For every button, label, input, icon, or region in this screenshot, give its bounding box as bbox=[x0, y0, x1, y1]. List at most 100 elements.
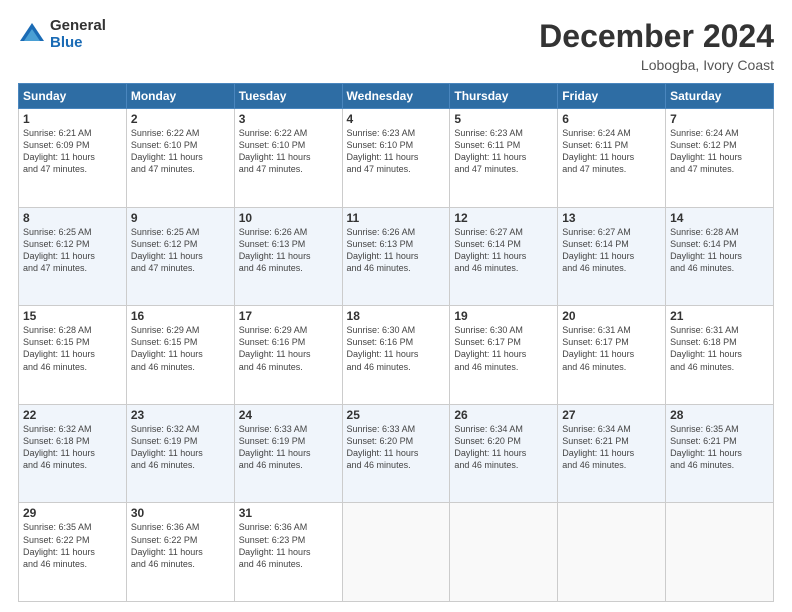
calendar-day-header: Tuesday bbox=[234, 84, 342, 109]
general-blue-icon bbox=[18, 21, 46, 49]
header: General Blue December 2024 Lobogba, Ivor… bbox=[18, 18, 774, 73]
calendar-cell: 1Sunrise: 6:21 AM Sunset: 6:09 PM Daylig… bbox=[19, 109, 127, 208]
calendar-cell: 8Sunrise: 6:25 AM Sunset: 6:12 PM Daylig… bbox=[19, 207, 127, 306]
calendar-cell: 2Sunrise: 6:22 AM Sunset: 6:10 PM Daylig… bbox=[126, 109, 234, 208]
day-number: 2 bbox=[131, 112, 230, 126]
day-info: Sunrise: 6:23 AM Sunset: 6:11 PM Dayligh… bbox=[454, 127, 553, 176]
calendar-cell: 3Sunrise: 6:22 AM Sunset: 6:10 PM Daylig… bbox=[234, 109, 342, 208]
calendar-cell: 24Sunrise: 6:33 AM Sunset: 6:19 PM Dayli… bbox=[234, 404, 342, 503]
day-info: Sunrise: 6:22 AM Sunset: 6:10 PM Dayligh… bbox=[131, 127, 230, 176]
calendar-cell: 27Sunrise: 6:34 AM Sunset: 6:21 PM Dayli… bbox=[558, 404, 666, 503]
day-number: 15 bbox=[23, 309, 122, 323]
calendar-cell: 20Sunrise: 6:31 AM Sunset: 6:17 PM Dayli… bbox=[558, 306, 666, 405]
day-info: Sunrise: 6:32 AM Sunset: 6:19 PM Dayligh… bbox=[131, 423, 230, 472]
day-number: 14 bbox=[670, 211, 769, 225]
day-number: 23 bbox=[131, 408, 230, 422]
day-number: 17 bbox=[239, 309, 338, 323]
logo: General Blue bbox=[18, 18, 106, 51]
calendar-week-row: 15Sunrise: 6:28 AM Sunset: 6:15 PM Dayli… bbox=[19, 306, 774, 405]
calendar-week-row: 1Sunrise: 6:21 AM Sunset: 6:09 PM Daylig… bbox=[19, 109, 774, 208]
calendar-cell: 9Sunrise: 6:25 AM Sunset: 6:12 PM Daylig… bbox=[126, 207, 234, 306]
day-info: Sunrise: 6:33 AM Sunset: 6:20 PM Dayligh… bbox=[347, 423, 446, 472]
calendar-cell: 30Sunrise: 6:36 AM Sunset: 6:22 PM Dayli… bbox=[126, 503, 234, 602]
day-info: Sunrise: 6:35 AM Sunset: 6:22 PM Dayligh… bbox=[23, 521, 122, 570]
day-number: 29 bbox=[23, 506, 122, 520]
day-number: 10 bbox=[239, 211, 338, 225]
calendar: SundayMondayTuesdayWednesdayThursdayFrid… bbox=[18, 83, 774, 602]
day-number: 12 bbox=[454, 211, 553, 225]
day-number: 28 bbox=[670, 408, 769, 422]
day-number: 4 bbox=[347, 112, 446, 126]
day-number: 25 bbox=[347, 408, 446, 422]
calendar-cell: 16Sunrise: 6:29 AM Sunset: 6:15 PM Dayli… bbox=[126, 306, 234, 405]
day-number: 30 bbox=[131, 506, 230, 520]
calendar-cell: 13Sunrise: 6:27 AM Sunset: 6:14 PM Dayli… bbox=[558, 207, 666, 306]
day-info: Sunrise: 6:34 AM Sunset: 6:20 PM Dayligh… bbox=[454, 423, 553, 472]
day-number: 22 bbox=[23, 408, 122, 422]
day-info: Sunrise: 6:26 AM Sunset: 6:13 PM Dayligh… bbox=[347, 226, 446, 275]
calendar-cell: 17Sunrise: 6:29 AM Sunset: 6:16 PM Dayli… bbox=[234, 306, 342, 405]
calendar-cell bbox=[342, 503, 450, 602]
day-info: Sunrise: 6:30 AM Sunset: 6:17 PM Dayligh… bbox=[454, 324, 553, 373]
calendar-day-header: Sunday bbox=[19, 84, 127, 109]
day-number: 1 bbox=[23, 112, 122, 126]
title-section: December 2024 Lobogba, Ivory Coast bbox=[539, 18, 774, 73]
calendar-day-header: Wednesday bbox=[342, 84, 450, 109]
day-number: 31 bbox=[239, 506, 338, 520]
day-info: Sunrise: 6:25 AM Sunset: 6:12 PM Dayligh… bbox=[23, 226, 122, 275]
day-info: Sunrise: 6:23 AM Sunset: 6:10 PM Dayligh… bbox=[347, 127, 446, 176]
calendar-cell: 26Sunrise: 6:34 AM Sunset: 6:20 PM Dayli… bbox=[450, 404, 558, 503]
calendar-cell: 6Sunrise: 6:24 AM Sunset: 6:11 PM Daylig… bbox=[558, 109, 666, 208]
calendar-week-row: 29Sunrise: 6:35 AM Sunset: 6:22 PM Dayli… bbox=[19, 503, 774, 602]
day-info: Sunrise: 6:35 AM Sunset: 6:21 PM Dayligh… bbox=[670, 423, 769, 472]
calendar-cell: 14Sunrise: 6:28 AM Sunset: 6:14 PM Dayli… bbox=[666, 207, 774, 306]
day-number: 8 bbox=[23, 211, 122, 225]
calendar-cell: 25Sunrise: 6:33 AM Sunset: 6:20 PM Dayli… bbox=[342, 404, 450, 503]
day-info: Sunrise: 6:34 AM Sunset: 6:21 PM Dayligh… bbox=[562, 423, 661, 472]
day-info: Sunrise: 6:32 AM Sunset: 6:18 PM Dayligh… bbox=[23, 423, 122, 472]
calendar-cell bbox=[666, 503, 774, 602]
day-number: 26 bbox=[454, 408, 553, 422]
day-number: 21 bbox=[670, 309, 769, 323]
day-number: 5 bbox=[454, 112, 553, 126]
day-info: Sunrise: 6:21 AM Sunset: 6:09 PM Dayligh… bbox=[23, 127, 122, 176]
calendar-cell: 15Sunrise: 6:28 AM Sunset: 6:15 PM Dayli… bbox=[19, 306, 127, 405]
logo-general: General bbox=[50, 18, 106, 35]
day-info: Sunrise: 6:24 AM Sunset: 6:12 PM Dayligh… bbox=[670, 127, 769, 176]
day-info: Sunrise: 6:33 AM Sunset: 6:19 PM Dayligh… bbox=[239, 423, 338, 472]
day-info: Sunrise: 6:26 AM Sunset: 6:13 PM Dayligh… bbox=[239, 226, 338, 275]
day-info: Sunrise: 6:27 AM Sunset: 6:14 PM Dayligh… bbox=[562, 226, 661, 275]
day-number: 20 bbox=[562, 309, 661, 323]
day-number: 16 bbox=[131, 309, 230, 323]
day-info: Sunrise: 6:29 AM Sunset: 6:15 PM Dayligh… bbox=[131, 324, 230, 373]
calendar-cell: 21Sunrise: 6:31 AM Sunset: 6:18 PM Dayli… bbox=[666, 306, 774, 405]
calendar-cell: 5Sunrise: 6:23 AM Sunset: 6:11 PM Daylig… bbox=[450, 109, 558, 208]
day-number: 27 bbox=[562, 408, 661, 422]
calendar-cell: 22Sunrise: 6:32 AM Sunset: 6:18 PM Dayli… bbox=[19, 404, 127, 503]
calendar-week-row: 8Sunrise: 6:25 AM Sunset: 6:12 PM Daylig… bbox=[19, 207, 774, 306]
page: General Blue December 2024 Lobogba, Ivor… bbox=[0, 0, 792, 612]
day-info: Sunrise: 6:27 AM Sunset: 6:14 PM Dayligh… bbox=[454, 226, 553, 275]
subtitle: Lobogba, Ivory Coast bbox=[539, 57, 774, 73]
logo-blue: Blue bbox=[50, 35, 106, 52]
calendar-cell: 12Sunrise: 6:27 AM Sunset: 6:14 PM Dayli… bbox=[450, 207, 558, 306]
day-info: Sunrise: 6:36 AM Sunset: 6:23 PM Dayligh… bbox=[239, 521, 338, 570]
day-info: Sunrise: 6:25 AM Sunset: 6:12 PM Dayligh… bbox=[131, 226, 230, 275]
calendar-day-header: Saturday bbox=[666, 84, 774, 109]
calendar-day-header: Friday bbox=[558, 84, 666, 109]
day-number: 11 bbox=[347, 211, 446, 225]
calendar-day-header: Monday bbox=[126, 84, 234, 109]
day-info: Sunrise: 6:24 AM Sunset: 6:11 PM Dayligh… bbox=[562, 127, 661, 176]
calendar-cell: 10Sunrise: 6:26 AM Sunset: 6:13 PM Dayli… bbox=[234, 207, 342, 306]
calendar-week-row: 22Sunrise: 6:32 AM Sunset: 6:18 PM Dayli… bbox=[19, 404, 774, 503]
calendar-cell bbox=[558, 503, 666, 602]
day-number: 9 bbox=[131, 211, 230, 225]
calendar-cell: 11Sunrise: 6:26 AM Sunset: 6:13 PM Dayli… bbox=[342, 207, 450, 306]
calendar-cell: 29Sunrise: 6:35 AM Sunset: 6:22 PM Dayli… bbox=[19, 503, 127, 602]
calendar-cell: 18Sunrise: 6:30 AM Sunset: 6:16 PM Dayli… bbox=[342, 306, 450, 405]
logo-text: General Blue bbox=[50, 18, 106, 51]
day-info: Sunrise: 6:22 AM Sunset: 6:10 PM Dayligh… bbox=[239, 127, 338, 176]
day-number: 24 bbox=[239, 408, 338, 422]
calendar-cell: 19Sunrise: 6:30 AM Sunset: 6:17 PM Dayli… bbox=[450, 306, 558, 405]
day-info: Sunrise: 6:29 AM Sunset: 6:16 PM Dayligh… bbox=[239, 324, 338, 373]
